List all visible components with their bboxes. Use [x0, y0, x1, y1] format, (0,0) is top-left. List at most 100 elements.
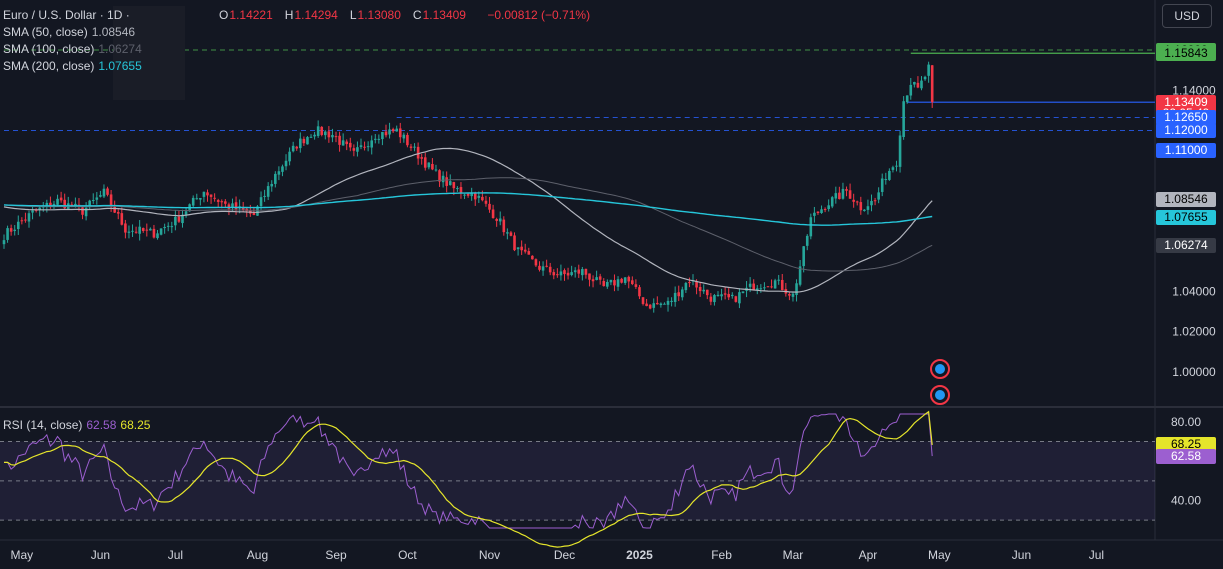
- rsi-badge: 62.58: [1156, 448, 1216, 464]
- candle: [6, 228, 9, 240]
- candle: [763, 287, 766, 289]
- candle: [377, 138, 381, 140]
- candle: [459, 187, 463, 194]
- time-tick-label: Feb: [711, 548, 732, 562]
- time-tick-label: Oct: [398, 548, 417, 562]
- candle: [495, 219, 498, 221]
- candle: [156, 233, 159, 239]
- candle: [373, 138, 377, 140]
- candle: [481, 196, 484, 201]
- candle: [920, 80, 923, 89]
- candle: [163, 226, 166, 229]
- sma100-legend[interactable]: SMA (100, close) 1.06274: [3, 41, 142, 57]
- candle: [263, 195, 266, 197]
- candle: [195, 198, 199, 200]
- candle: [606, 281, 609, 287]
- candle: [277, 171, 281, 175]
- candle: [909, 84, 913, 96]
- candle: [466, 193, 470, 196]
- candle: [420, 157, 423, 159]
- candle: [773, 280, 777, 289]
- candle: [395, 128, 398, 132]
- ohlc-o: O1.14221: [219, 8, 273, 22]
- time-tick-label: Jun: [1012, 548, 1031, 562]
- candle: [334, 136, 338, 138]
- sma200-legend[interactable]: SMA (200, close) 1.07655: [3, 58, 142, 74]
- candle: [663, 303, 666, 305]
- candle: [538, 265, 541, 270]
- candle: [81, 207, 84, 215]
- candle: [577, 269, 581, 274]
- candle: [227, 204, 231, 209]
- price-tick-label: 1.04000: [1172, 284, 1216, 298]
- candle: [299, 138, 302, 149]
- currency-button[interactable]: USD: [1162, 4, 1212, 28]
- symbol-legend: Euro / U.S. Dollar · 1D · O1.14221 H1.142…: [3, 7, 596, 23]
- candle: [695, 281, 698, 288]
- rsi-tick-label: 40.00: [1171, 494, 1201, 508]
- candle: [281, 166, 284, 172]
- price-tick-label: 1.00000: [1172, 365, 1216, 379]
- candle: [202, 191, 206, 197]
- candle: [270, 183, 274, 187]
- candle: [191, 197, 195, 206]
- price-badge: 1.06274: [1156, 238, 1216, 254]
- candle: [127, 231, 131, 233]
- candle: [698, 286, 702, 292]
- candle: [880, 178, 884, 192]
- candle: [381, 132, 384, 140]
- candle: [456, 188, 459, 190]
- candle: [766, 286, 770, 288]
- price-badge: 1.11000: [1156, 143, 1216, 159]
- candle: [823, 209, 827, 211]
- candle: [409, 146, 413, 148]
- rsi-legend[interactable]: RSI (14, close) 62.58 68.25: [3, 417, 150, 433]
- candle: [423, 157, 427, 168]
- candle: [670, 300, 673, 302]
- candle: [309, 136, 313, 138]
- candle: [259, 197, 263, 207]
- candle: [716, 294, 720, 297]
- price-badge: 1.12000: [1156, 123, 1216, 138]
- candle: [352, 148, 356, 151]
- candle: [645, 303, 648, 307]
- candle: [324, 131, 327, 136]
- candle: [838, 192, 841, 200]
- time-tick-label: Jun: [91, 548, 110, 562]
- time-tick-label: Nov: [479, 548, 500, 562]
- candle: [513, 235, 516, 251]
- candle: [388, 129, 391, 135]
- candle: [570, 272, 573, 276]
- sma50-legend[interactable]: SMA (50, close) 1.08546: [3, 24, 135, 40]
- candle: [780, 279, 784, 291]
- candle: [759, 288, 763, 290]
- candle: [884, 179, 888, 181]
- candle: [416, 146, 420, 159]
- candle: [506, 232, 509, 234]
- candle: [573, 270, 577, 273]
- candle: [713, 295, 716, 303]
- candle: [705, 289, 709, 296]
- candle: [927, 64, 930, 76]
- candle: [138, 226, 141, 234]
- time-tick-label: Dec: [554, 548, 575, 562]
- candle: [206, 192, 209, 196]
- candle: [445, 177, 448, 186]
- candle: [709, 296, 713, 302]
- price-badge: 1.07655: [1156, 210, 1216, 226]
- candle: [656, 302, 659, 305]
- candle: [199, 197, 202, 200]
- candle: [913, 81, 916, 85]
- candle: [91, 200, 95, 202]
- candle: [898, 135, 902, 167]
- candle: [652, 303, 656, 308]
- candle: [359, 145, 363, 147]
- candle: [341, 140, 345, 146]
- candle: [99, 195, 102, 197]
- candle: [816, 211, 820, 214]
- candle: [306, 137, 309, 145]
- candle: [609, 279, 613, 283]
- candle: [363, 146, 366, 148]
- price-change: −0.00812 (−0.71%): [487, 8, 591, 22]
- candle: [591, 279, 595, 282]
